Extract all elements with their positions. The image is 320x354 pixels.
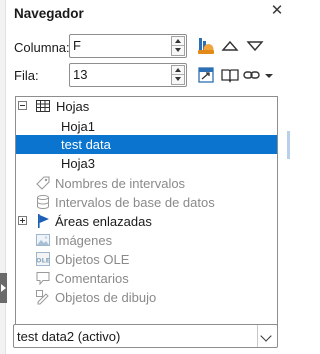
dropdown-arrow-icon[interactable]	[263, 65, 275, 85]
tree-item-linked-areas[interactable]: Áreas enlazadas	[16, 212, 277, 231]
column-increment-button[interactable]	[172, 37, 184, 46]
document-select[interactable]: test data2 (activo)	[13, 324, 278, 348]
tree-item-label: Imágenes	[55, 233, 113, 248]
tree-item-label: Objetos OLE	[55, 252, 130, 267]
tree-item-label: Intervalos de base de datos	[55, 195, 215, 210]
tree-item-range-names[interactable]: Nombres de intervalos	[16, 174, 277, 193]
column-label: Columna:	[14, 40, 70, 55]
insert-mode-link-icon[interactable]	[243, 65, 261, 85]
tree-item-ole-objects[interactable]: OLE Objetos OLE	[16, 250, 277, 269]
scenarios-icon[interactable]	[220, 65, 240, 85]
tree-item-images[interactable]: Imágenes	[16, 231, 277, 250]
toggle-content-icon[interactable]	[196, 65, 216, 85]
drawing-objects-icon	[35, 289, 51, 305]
images-icon	[35, 232, 51, 248]
right-edge-indicator	[287, 131, 290, 159]
navigate-down-icon[interactable]	[245, 36, 265, 56]
row-spin-buttons[interactable]	[171, 65, 185, 85]
row-increment-button[interactable]	[172, 66, 184, 75]
tree-item-label: Objetos de dibujo	[55, 290, 157, 305]
row-decrement-button[interactable]	[172, 75, 184, 84]
ole-object-icon: OLE	[35, 251, 51, 267]
svg-text:OLE: OLE	[36, 257, 50, 265]
document-select-value: test data2 (activo)	[17, 329, 121, 344]
collapse-toggle-icon[interactable]	[18, 101, 27, 110]
expand-toggle-icon[interactable]	[18, 216, 27, 225]
tree-item-database-ranges[interactable]: Intervalos de base de datos	[16, 193, 277, 212]
column-spinbox[interactable]: F	[69, 34, 187, 58]
sheets-grid-icon	[35, 98, 51, 114]
sheet-label: Hoja3	[61, 156, 95, 171]
tree-sheet-item-selected[interactable]: test data	[16, 135, 277, 154]
tree-item-drawing-objects[interactable]: Objetos de dibujo	[16, 288, 277, 307]
database-icon	[35, 194, 51, 210]
tree-item-label: Hojas	[56, 99, 90, 114]
column-spin-buttons[interactable]	[171, 36, 185, 56]
tree-item-sheets[interactable]: Hojas	[16, 97, 277, 116]
tree-item-label: Áreas enlazadas	[55, 214, 152, 229]
comments-icon	[35, 270, 51, 286]
navigate-up-icon[interactable]	[220, 36, 240, 56]
row-value: 13	[73, 67, 88, 82]
tree-item-label: Comentarios	[55, 271, 129, 286]
tree-item-comments[interactable]: Comentarios	[16, 269, 277, 288]
range-names-icon	[35, 175, 51, 191]
tree-sheet-item[interactable]: Hoja1	[16, 117, 277, 136]
linked-areas-flag-icon	[35, 213, 51, 229]
tree-item-label: Nombres de intervalos	[55, 176, 186, 191]
panel-title: Navegador	[14, 6, 84, 21]
collapse-sidebar-handle[interactable]	[0, 273, 7, 303]
content-tree[interactable]: Hojas Hoja1 test data Hoja3 Nombres de i…	[15, 96, 278, 339]
column-value: F	[73, 38, 81, 53]
tree-sheet-item[interactable]: Hoja3	[16, 154, 277, 173]
sheet-label: Hoja1	[61, 119, 95, 134]
column-decrement-button[interactable]	[172, 46, 184, 55]
data-range-icon[interactable]	[196, 36, 216, 56]
row-spinbox[interactable]: 13	[69, 63, 187, 87]
close-icon[interactable]: ✕	[269, 2, 285, 20]
row-label: Fila:	[14, 68, 39, 83]
sheet-label: test data	[61, 137, 111, 152]
chevron-down-icon[interactable]	[257, 325, 277, 347]
